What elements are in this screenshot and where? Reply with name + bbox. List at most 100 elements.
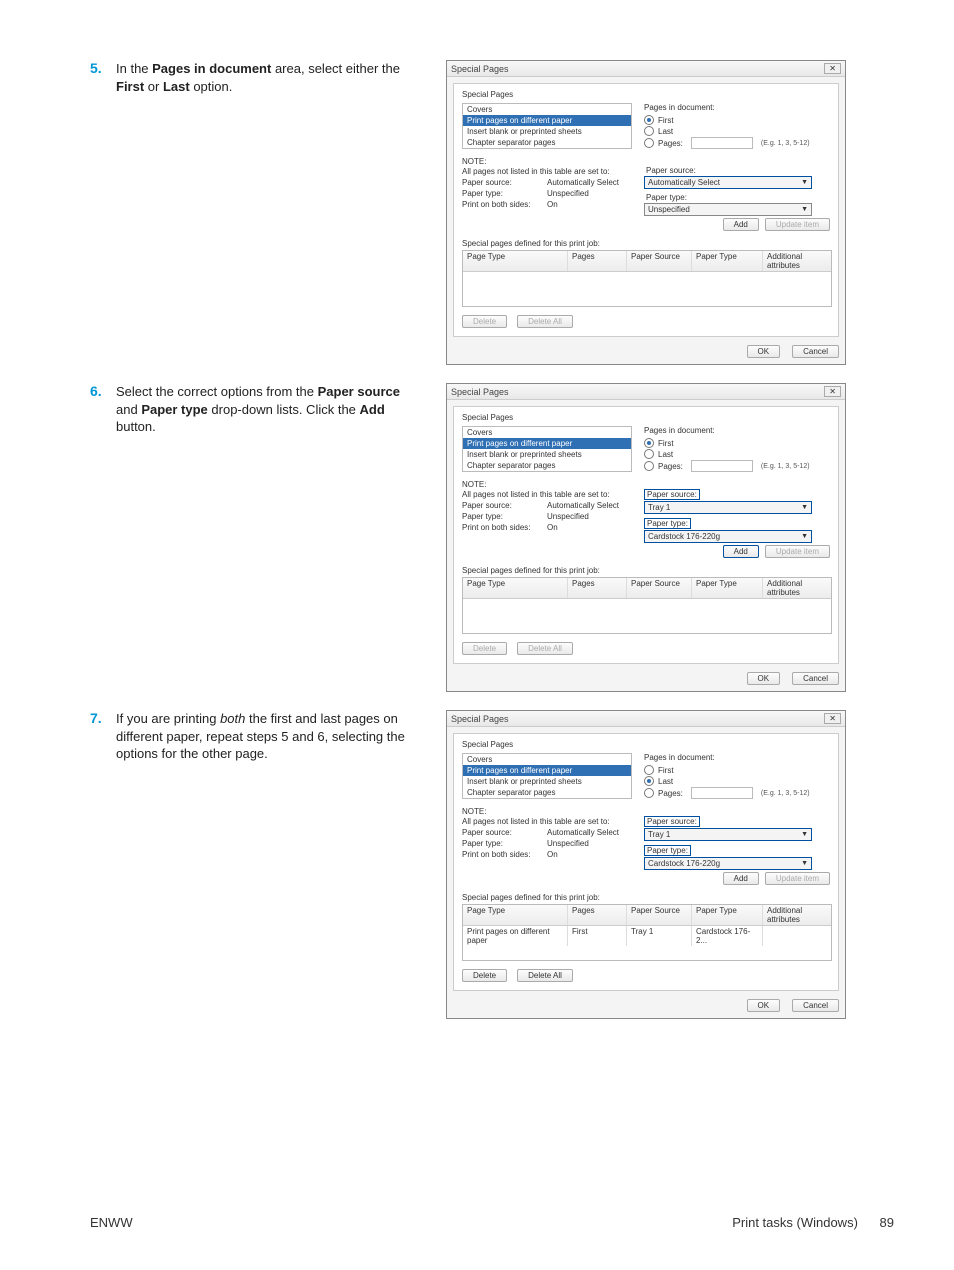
paper-source-dropdown[interactable]: Tray 1▼	[644, 501, 812, 514]
list-item-chapter-sep[interactable]: Chapter separator pages	[463, 787, 631, 798]
list-item-insert-blank[interactable]: Insert blank or preprinted sheets	[463, 449, 631, 460]
ok-button[interactable]: OK	[747, 999, 781, 1012]
th-add-attr[interactable]: Additional attributes	[763, 578, 831, 598]
list-item-covers[interactable]: Covers	[463, 427, 631, 438]
radio-pages-label: Pages:	[658, 139, 683, 148]
radio-last[interactable]: Last	[644, 776, 830, 786]
step-text-7: If you are printing both the first and l…	[116, 710, 406, 763]
paper-type-value: Cardstock 176-220g	[648, 859, 720, 868]
close-icon[interactable]: ✕	[824, 63, 841, 74]
cancel-button[interactable]: Cancel	[792, 345, 839, 358]
th-page-type[interactable]: Page Type	[463, 578, 568, 598]
radio-pages-label: Pages:	[658, 789, 683, 798]
special-pages-listbox[interactable]: Covers Print pages on different paper In…	[462, 103, 632, 149]
radio-first[interactable]: First	[644, 438, 830, 448]
add-button[interactable]: Add	[723, 872, 759, 885]
th-paper-type[interactable]: Paper Type	[692, 251, 763, 271]
defined-table: Page Type Pages Paper Source Paper Type …	[462, 904, 832, 961]
kv-paper-type-value: Unspecified	[547, 512, 589, 521]
cancel-button[interactable]: Cancel	[792, 999, 839, 1012]
step-text-5: In the Pages in document area, select ei…	[116, 60, 406, 95]
ok-button[interactable]: OK	[747, 345, 781, 358]
th-paper-source[interactable]: Paper Source	[627, 578, 692, 598]
radio-last-label: Last	[658, 450, 673, 459]
th-add-attr[interactable]: Additional attributes	[763, 905, 831, 925]
th-paper-type[interactable]: Paper Type	[692, 578, 763, 598]
kv-paper-type-label: Paper type:	[462, 839, 547, 848]
th-add-attr[interactable]: Additional attributes	[763, 251, 831, 271]
cell-page-type: Print pages on different paper	[463, 926, 568, 946]
th-paper-source[interactable]: Paper Source	[627, 905, 692, 925]
delete-all-button[interactable]: Delete All	[517, 642, 573, 655]
note-title: NOTE:	[462, 157, 632, 166]
paper-source-dropdown[interactable]: Tray 1▼	[644, 828, 812, 841]
paper-type-dropdown[interactable]: Unspecified ▼	[644, 203, 812, 216]
radio-first[interactable]: First	[644, 765, 830, 775]
delete-button[interactable]: Delete	[462, 642, 507, 655]
paper-type-label: Paper type:	[644, 845, 691, 856]
special-pages-listbox[interactable]: Covers Print pages on different paper In…	[462, 753, 632, 799]
delete-all-button[interactable]: Delete All	[517, 969, 573, 982]
kv-paper-type-value: Unspecified	[547, 189, 589, 198]
close-icon[interactable]: ✕	[824, 713, 841, 724]
kv-paper-type-value: Unspecified	[547, 839, 589, 848]
pages-input[interactable]	[691, 787, 753, 799]
delete-button[interactable]: Delete	[462, 969, 507, 982]
defined-label: Special pages defined for this print job…	[462, 566, 830, 575]
th-page-type[interactable]: Page Type	[463, 251, 568, 271]
paper-type-value: Unspecified	[648, 205, 690, 214]
list-item-covers[interactable]: Covers	[463, 104, 631, 115]
th-paper-source[interactable]: Paper Source	[627, 251, 692, 271]
close-icon[interactable]: ✕	[824, 386, 841, 397]
defined-table: Page Type Pages Paper Source Paper Type …	[462, 577, 832, 634]
kv-print-both-label: Print on both sides:	[462, 850, 547, 859]
list-item-insert-blank[interactable]: Insert blank or preprinted sheets	[463, 776, 631, 787]
add-button[interactable]: Add	[723, 218, 759, 231]
th-pages[interactable]: Pages	[568, 578, 627, 598]
update-item-button[interactable]: Update item	[765, 218, 830, 231]
kv-paper-source-label: Paper source:	[462, 501, 547, 510]
pages-in-document-label: Pages in document:	[644, 426, 830, 435]
th-pages[interactable]: Pages	[568, 905, 627, 925]
list-item-chapter-sep[interactable]: Chapter separator pages	[463, 137, 631, 148]
th-page-type[interactable]: Page Type	[463, 905, 568, 925]
pages-input[interactable]	[691, 137, 753, 149]
radio-pages[interactable]: Pages:(E.g. 1, 3, 5-12)	[644, 137, 830, 149]
table-row[interactable]: Print pages on different paper First Tra…	[463, 926, 831, 946]
radio-icon	[644, 449, 654, 459]
delete-all-button[interactable]: Delete All	[517, 315, 573, 328]
list-item-covers[interactable]: Covers	[463, 754, 631, 765]
ok-button[interactable]: OK	[747, 672, 781, 685]
update-item-button[interactable]: Update item	[765, 545, 830, 558]
chevron-down-icon: ▼	[801, 179, 808, 186]
list-item-chapter-sep[interactable]: Chapter separator pages	[463, 460, 631, 471]
paper-type-dropdown[interactable]: Cardstock 176-220g▼	[644, 530, 812, 543]
cell-paper-type: Cardstock 176-2...	[692, 926, 763, 946]
th-pages[interactable]: Pages	[568, 251, 627, 271]
radio-first[interactable]: First	[644, 115, 830, 125]
pages-example: (E.g. 1, 3, 5-12)	[761, 463, 810, 470]
chevron-down-icon: ▼	[801, 206, 808, 213]
delete-button[interactable]: Delete	[462, 315, 507, 328]
kv-print-both-value: On	[547, 200, 558, 209]
update-item-button[interactable]: Update item	[765, 872, 830, 885]
cancel-button[interactable]: Cancel	[792, 672, 839, 685]
list-item-print-diff-paper[interactable]: Print pages on different paper	[463, 765, 631, 776]
radio-last[interactable]: Last	[644, 126, 830, 136]
add-button[interactable]: Add	[723, 545, 759, 558]
list-item-insert-blank[interactable]: Insert blank or preprinted sheets	[463, 126, 631, 137]
radio-last[interactable]: Last	[644, 449, 830, 459]
th-paper-type[interactable]: Paper Type	[692, 905, 763, 925]
paper-type-dropdown[interactable]: Cardstock 176-220g▼	[644, 857, 812, 870]
list-item-print-diff-paper[interactable]: Print pages on different paper	[463, 438, 631, 449]
list-item-print-diff-paper[interactable]: Print pages on different paper	[463, 115, 631, 126]
kv-paper-source-value: Automatically Select	[547, 501, 619, 510]
radio-icon	[644, 788, 654, 798]
paper-source-dropdown[interactable]: Automatically Select▼	[644, 176, 812, 189]
special-pages-listbox[interactable]: Covers Print pages on different paper In…	[462, 426, 632, 472]
radio-pages[interactable]: Pages:(E.g. 1, 3, 5-12)	[644, 460, 830, 472]
paper-source-value: Tray 1	[648, 830, 670, 839]
paper-type-label: Paper type:	[644, 193, 689, 202]
pages-input[interactable]	[691, 460, 753, 472]
radio-pages[interactable]: Pages:(E.g. 1, 3, 5-12)	[644, 787, 830, 799]
